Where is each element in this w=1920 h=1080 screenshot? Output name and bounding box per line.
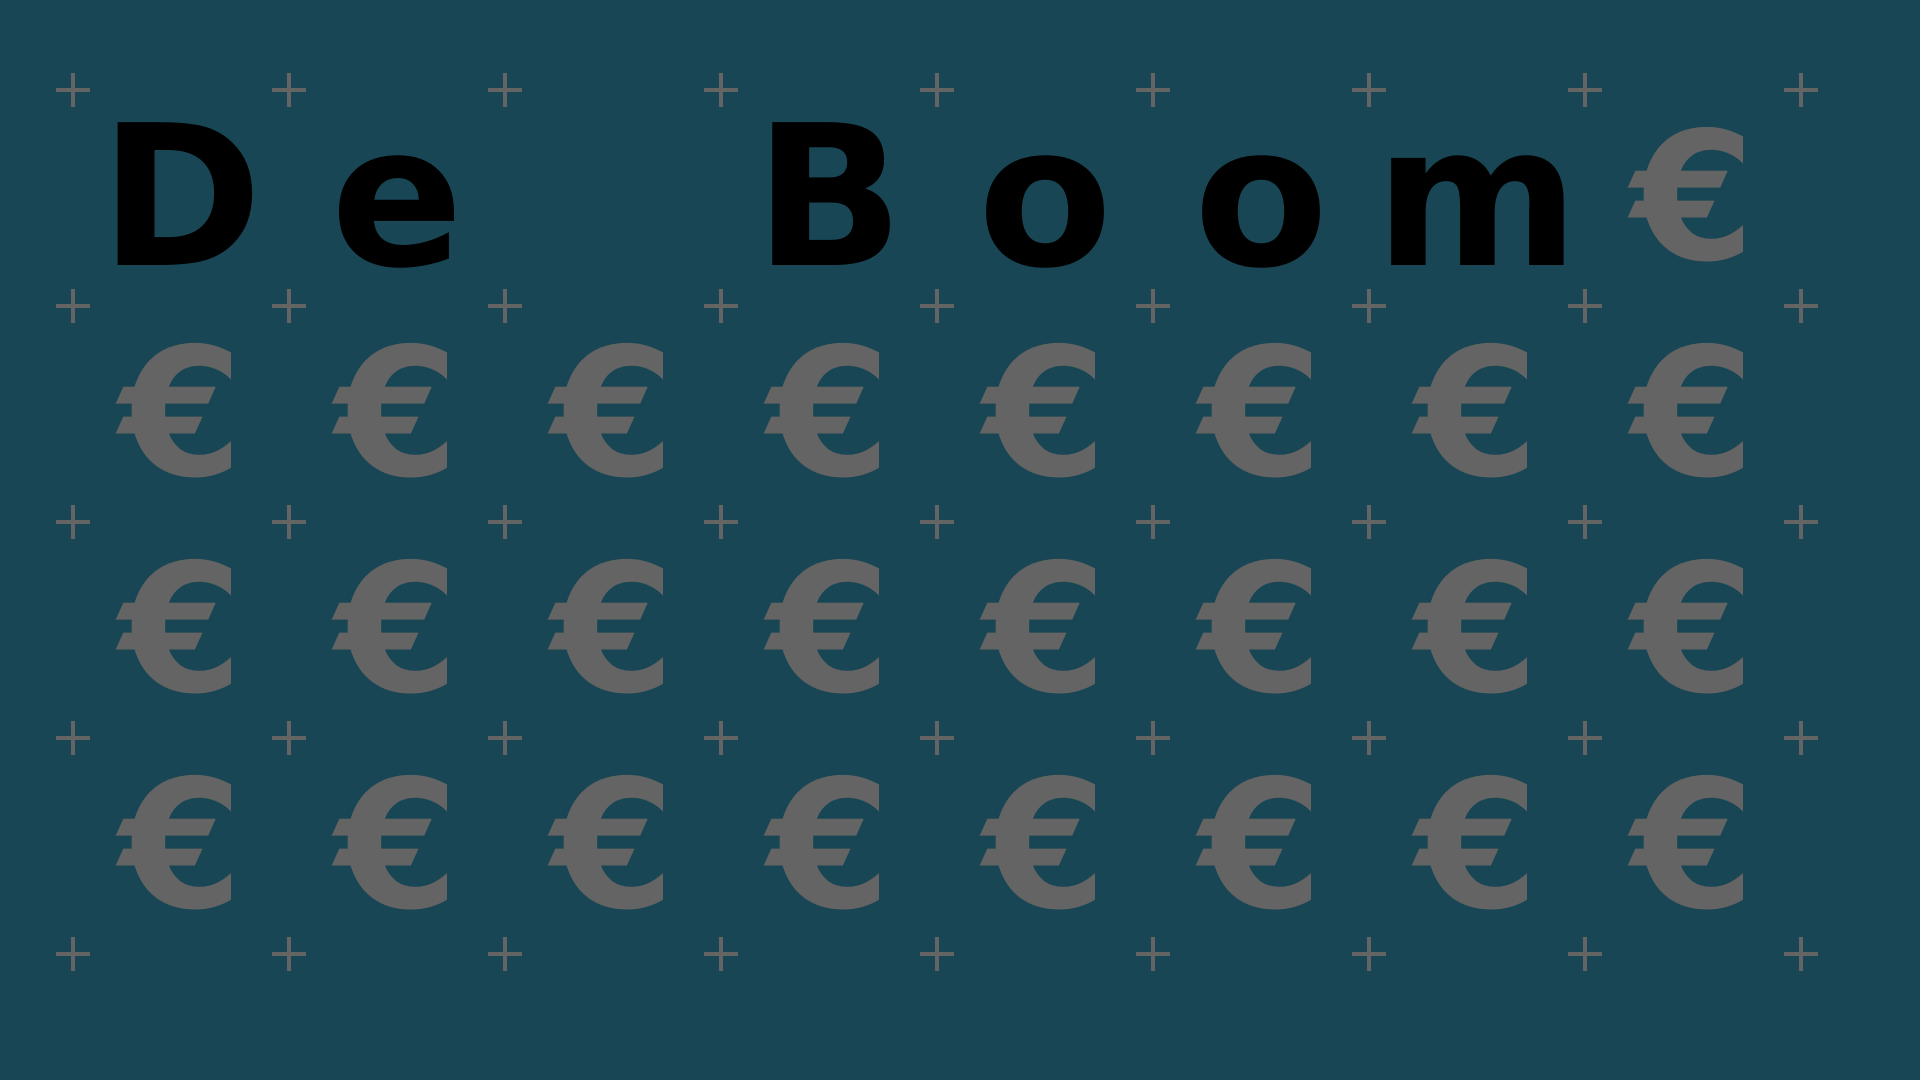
headline-letter: B [754, 84, 904, 312]
euro-symbol: € [1631, 310, 1755, 517]
headline-letter: o [977, 84, 1113, 312]
euro-symbol: € [1199, 742, 1323, 949]
euro-symbol: € [767, 310, 891, 517]
euro-symbol: € [551, 526, 675, 733]
euro-symbol: € [335, 310, 459, 517]
euro-symbol: € [1199, 310, 1323, 517]
euro-symbol: € [551, 310, 675, 517]
euro-symbol: € [1631, 526, 1755, 733]
euro-symbol: € [335, 742, 459, 949]
euro-symbol: € [1631, 94, 1755, 301]
euro-symbol: € [1415, 742, 1539, 949]
headline-letter: D [99, 84, 263, 312]
euro-symbol: € [767, 526, 891, 733]
euro-symbol: € [119, 310, 243, 517]
euro-symbol: € [1631, 742, 1755, 949]
euro-symbol: € [1415, 310, 1539, 517]
pattern-canvas: De Bo o m € € € € € € € € € € € € € € € € € € € € € € € € € [0, 0, 1920, 1080]
euro-symbol: € [983, 310, 1107, 517]
euro-symbol: € [983, 742, 1107, 949]
euro-symbol: € [1415, 526, 1539, 733]
euro-symbol: € [119, 526, 243, 733]
euro-symbol: € [767, 742, 891, 949]
empty-cell [505, 90, 721, 306]
euro-symbol: € [983, 526, 1107, 733]
headline-letter: m [1374, 84, 1580, 312]
euro-symbol: € [551, 742, 675, 949]
headline-letter: o [1193, 84, 1329, 312]
euro-symbol: € [1199, 526, 1323, 733]
headline-letter: e [330, 84, 464, 312]
euro-symbol: € [119, 742, 243, 949]
euro-symbol: € [335, 526, 459, 733]
